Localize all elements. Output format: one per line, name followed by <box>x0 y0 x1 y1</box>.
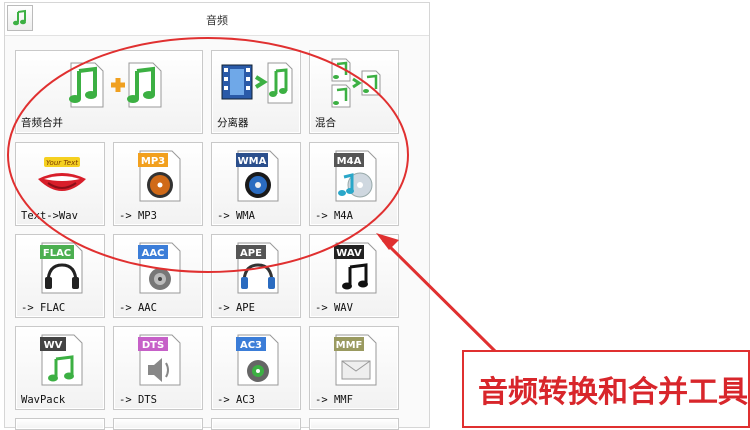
tile-label: -> WMA <box>217 210 255 222</box>
tile-label: -> APE <box>217 302 255 314</box>
tile-label: WavPack <box>21 394 66 406</box>
tile-partial[interactable] <box>15 418 105 430</box>
svg-text:M4A: M4A <box>337 156 362 167</box>
tile-to-mp3[interactable]: MP3 -> MP3 <box>113 142 203 226</box>
tile-partial[interactable] <box>309 418 399 430</box>
tile-mix[interactable]: 混合 <box>309 50 399 134</box>
tile-label: -> M4A <box>315 210 353 222</box>
svg-text:AAC: AAC <box>142 248 165 259</box>
tile-partial[interactable] <box>211 418 301 430</box>
wma-file-icon: WMA <box>236 150 279 202</box>
m4a-file-icon: M4A <box>334 150 377 202</box>
audio-panel: 音频 音频合并 分离器 混合 Your Text Text->Wav MP3 -… <box>4 2 430 430</box>
svg-text:MP3: MP3 <box>141 156 165 167</box>
tile-label: 混合 <box>315 117 336 129</box>
wavpack-file-icon: WV <box>40 334 83 386</box>
wav-file-icon: WAV <box>334 242 377 294</box>
tile-splitter[interactable]: 分离器 <box>211 50 301 134</box>
mp3-file-icon: MP3 <box>138 150 181 202</box>
svg-text:WMA: WMA <box>238 156 267 167</box>
svg-text:AC3: AC3 <box>240 340 262 351</box>
tile-wavpack[interactable]: WV WavPack <box>15 326 105 410</box>
tile-label: -> WAV <box>315 302 353 314</box>
annotation-callout: 音频转换和合并工具 <box>462 350 750 428</box>
tile-label: Text->Wav <box>21 210 78 222</box>
tile-to-flac[interactable]: FLAC -> FLAC <box>15 234 105 318</box>
dts-file-icon: DTS <box>138 334 181 386</box>
svg-text:WAV: WAV <box>336 248 362 259</box>
svg-text:FLAC: FLAC <box>43 248 71 259</box>
tile-label: 音频合并 <box>21 117 63 129</box>
audio-mix-icon <box>331 58 381 108</box>
tile-to-wma[interactable]: WMA -> WMA <box>211 142 301 226</box>
video-splitter-icon <box>221 62 293 104</box>
tile-label: -> AAC <box>119 302 157 314</box>
aac-file-icon: AAC <box>138 242 181 294</box>
tile-to-aac[interactable]: AAC -> AAC <box>113 234 203 318</box>
tile-label: 分离器 <box>217 117 249 129</box>
svg-text:MMF: MMF <box>336 340 363 351</box>
tile-to-dts[interactable]: DTS -> DTS <box>113 326 203 410</box>
tile-label: -> DTS <box>119 394 157 406</box>
tile-to-wav[interactable]: WAV -> WAV <box>309 234 399 318</box>
svg-text:WV: WV <box>44 340 63 351</box>
mmf-file-icon: MMF <box>334 334 377 386</box>
svg-text:APE: APE <box>240 248 262 259</box>
audio-merge-icon <box>69 62 162 108</box>
text-to-speech-mouth-icon: Your Text <box>38 157 86 191</box>
panel-header: 音频 <box>5 3 429 36</box>
tile-partial[interactable] <box>113 418 203 430</box>
tile-label: -> MP3 <box>119 210 157 222</box>
ac3-file-icon: AC3 <box>236 334 279 386</box>
tile-label: -> MMF <box>315 394 353 406</box>
tile-label: -> FLAC <box>21 302 66 314</box>
tile-label: -> AC3 <box>217 394 255 406</box>
tile-to-m4a[interactable]: M4A -> M4A <box>309 142 399 226</box>
tile-to-ac3[interactable]: AC3 -> AC3 <box>211 326 301 410</box>
panel-title: 音频 <box>206 15 228 27</box>
tile-audio-merge[interactable]: 音频合并 <box>15 50 203 134</box>
tile-to-ape[interactable]: APE -> APE <box>211 234 301 318</box>
tile-to-mmf[interactable]: MMF -> MMF <box>309 326 399 410</box>
flac-file-icon: FLAC <box>40 242 83 294</box>
svg-text:Your Text: Your Text <box>46 159 78 167</box>
svg-text:DTS: DTS <box>142 340 164 351</box>
tile-text-to-wav[interactable]: Your Text Text->Wav <box>15 142 105 226</box>
ape-file-icon: APE <box>236 242 279 294</box>
